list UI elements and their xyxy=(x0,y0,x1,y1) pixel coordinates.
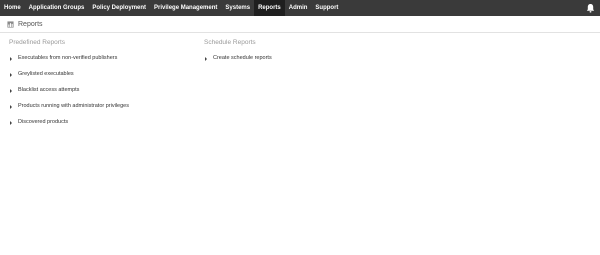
page-title: Reports xyxy=(18,20,43,28)
caret-right-icon xyxy=(10,56,12,61)
page-title-bar: Reports xyxy=(0,16,600,33)
predefined-reports-heading: Predefined Reports xyxy=(9,39,66,46)
nav-policy-deployment[interactable]: Policy Deployment xyxy=(88,0,150,16)
report-link-blacklist-attempts[interactable]: Blacklist access attempts xyxy=(9,86,194,102)
report-link-label: Executables from non-verified publishers xyxy=(18,55,118,61)
nav-home[interactable]: Home xyxy=(0,0,25,16)
report-link-label: Products running with administrator priv… xyxy=(18,103,129,109)
caret-right-icon xyxy=(10,72,12,77)
report-link-admin-privileges[interactable]: Products running with administrator priv… xyxy=(9,102,194,118)
caret-right-icon xyxy=(10,88,12,93)
report-icon xyxy=(7,20,14,28)
schedule-link-label: Create schedule reports xyxy=(213,55,272,61)
caret-right-icon xyxy=(10,120,12,125)
predefined-reports-list: Executables from non-verified publishers… xyxy=(9,54,194,134)
create-schedule-reports-link[interactable]: Create schedule reports xyxy=(204,54,404,70)
report-link-discovered-products[interactable]: Discovered products xyxy=(9,118,194,134)
schedule-reports-heading: Schedule Reports xyxy=(204,39,256,46)
report-link-label: Discovered products xyxy=(18,119,69,125)
report-link-greylisted[interactable]: Greylisted executables xyxy=(9,70,194,86)
predefined-reports-section: Predefined Reports Executables from non-… xyxy=(9,38,194,134)
bell-icon[interactable] xyxy=(586,3,595,13)
schedule-reports-list: Create schedule reports xyxy=(204,54,404,70)
report-link-non-verified-publishers[interactable]: Executables from non-verified publishers xyxy=(9,54,194,70)
nav-support[interactable]: Support xyxy=(311,0,342,16)
schedule-reports-section: Schedule Reports Create schedule reports xyxy=(204,38,404,70)
report-link-label: Blacklist access attempts xyxy=(18,87,80,93)
caret-right-icon xyxy=(205,56,207,61)
caret-right-icon xyxy=(10,104,12,109)
nav-admin[interactable]: Admin xyxy=(285,0,312,16)
nav-privilege-management[interactable]: Privilege Management xyxy=(150,0,221,16)
nav-application-groups[interactable]: Application Groups xyxy=(25,0,89,16)
top-navigation-bar: Home Application Groups Policy Deploymen… xyxy=(0,0,600,16)
nav-systems[interactable]: Systems xyxy=(221,0,254,16)
report-link-label: Greylisted executables xyxy=(18,71,74,77)
nav-reports[interactable]: Reports xyxy=(254,0,285,16)
